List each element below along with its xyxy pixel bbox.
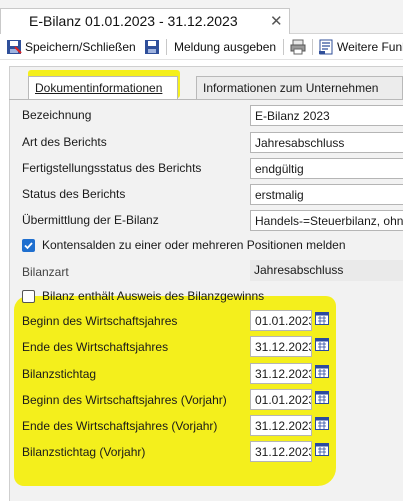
send-report-button[interactable]: Meldung ausgeben: [174, 38, 276, 56]
send-report-label: Meldung ausgeben: [174, 40, 277, 54]
stichtag-vorjahr-label: Bilanzstichtag (Vorjahr): [22, 445, 146, 459]
more-functions-label: Weitere Funk: [337, 40, 403, 54]
stichtag-vorjahr-date-field[interactable]: 31.12.2023: [250, 441, 312, 462]
ende-vorjahr-label: Ende des Wirtschaftsjahres (Vorjahr): [22, 419, 218, 433]
check-icon: [24, 242, 33, 250]
ende-vorjahr-date-field[interactable]: 31.12.2023: [250, 415, 312, 436]
toolbar: Speichern/Schließen Meldung ausgeben Wei…: [0, 34, 403, 60]
calendar-icon[interactable]: [315, 391, 329, 404]
art-label: Art des Berichts: [22, 135, 107, 149]
tab-unternehmen[interactable]: Informationen zum Unternehmen: [196, 76, 403, 100]
calendar-icon[interactable]: [315, 312, 329, 325]
toolbar-separator: [283, 39, 284, 55]
ende-date-field[interactable]: 31.12.2023: [250, 336, 312, 357]
beginn-label: Beginn des Wirtschaftsjahres: [22, 314, 178, 328]
bezeichnung-field[interactable]: E-Bilanz 2023: [250, 105, 403, 126]
kontensalden-checkbox[interactable]: [22, 239, 35, 252]
functions-icon: [319, 39, 333, 55]
print-icon: [290, 39, 306, 55]
save-close-label: Speichern/Schließen: [25, 40, 136, 54]
tab-dokumentinformationen[interactable]: Dokumentinformationen: [28, 76, 178, 100]
calendar-icon[interactable]: [315, 417, 329, 430]
save-icon: [7, 40, 22, 54]
calendar-icon[interactable]: [315, 443, 329, 456]
fertigstellung-field[interactable]: endgültig: [250, 158, 403, 179]
art-field[interactable]: Jahresabschluss: [250, 132, 403, 153]
calendar-icon[interactable]: [315, 338, 329, 351]
bilanzgewinn-label: Bilanz enthält Ausweis des Bilanzgewinns: [42, 289, 265, 303]
bezeichnung-label: Bezeichnung: [22, 108, 92, 122]
beginn-vorjahr-label: Beginn des Wirtschaftsjahres (Vorjahr): [22, 393, 227, 407]
calendar-icon[interactable]: [315, 365, 329, 378]
save-button[interactable]: [144, 38, 163, 56]
document-tab[interactable]: E-Bilanz 01.01.2023 - 31.12.2023 ✕: [0, 8, 290, 35]
document-tab-title: E-Bilanz 01.01.2023 - 31.12.2023: [29, 13, 238, 29]
stichtag-date-field[interactable]: 31.12.2023: [250, 363, 312, 384]
kontensalden-label: Kontensalden zu einer oder mehreren Posi…: [42, 238, 346, 252]
save-close-button[interactable]: Speichern/Schließen: [6, 38, 136, 56]
tab-strip: E-Bilanz 01.01.2023 - 31.12.2023 ✕: [0, 0, 403, 35]
bilanzart-value: Jahresabschluss: [250, 260, 403, 281]
beginn-date-field[interactable]: 01.01.2023: [250, 310, 312, 331]
toolbar-separator: [166, 39, 167, 55]
bilanzgewinn-checkbox[interactable]: [22, 290, 35, 303]
toolbar-separator: [312, 39, 313, 55]
uebermittlung-label: Übermittlung der E-Bilanz: [22, 213, 159, 227]
more-functions-button[interactable]: Weitere Funk: [318, 38, 403, 56]
status-label: Status des Berichts: [22, 187, 126, 201]
fertigstellung-label: Fertigstellungsstatus des Berichts: [22, 161, 202, 175]
stichtag-label: Bilanzstichtag: [22, 367, 97, 381]
tab-label: Informationen zum Unternehmen: [203, 81, 379, 95]
uebermittlung-field[interactable]: Handels-=Steuerbilanz, ohne: [250, 210, 403, 231]
bilanzart-label: Bilanzart: [22, 265, 69, 279]
ende-label: Ende des Wirtschaftsjahres: [22, 340, 169, 354]
save-icon: [145, 40, 159, 54]
print-button[interactable]: [290, 38, 309, 56]
close-icon[interactable]: ✕: [270, 12, 283, 30]
status-field[interactable]: erstmalig: [250, 184, 403, 205]
tab-divider: [9, 99, 403, 100]
tab-label: Dokumentinformationen: [35, 81, 163, 95]
beginn-vorjahr-date-field[interactable]: 01.01.2023: [250, 389, 312, 410]
